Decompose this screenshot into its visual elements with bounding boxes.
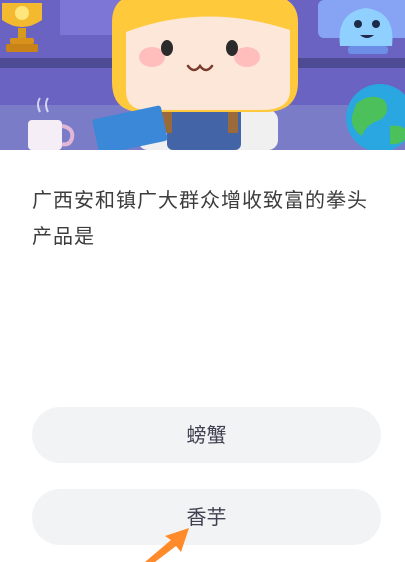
question-text: 广西安和镇广大群众增收致富的拳头产品是 [32, 188, 368, 248]
mascot-character [92, 0, 298, 150]
option-button-1[interactable]: 螃蟹 [32, 407, 381, 463]
cartoon-scene [0, 0, 405, 150]
option-button-2[interactable]: 香芋 [32, 489, 381, 545]
quiz-banner-illustration [0, 0, 405, 150]
